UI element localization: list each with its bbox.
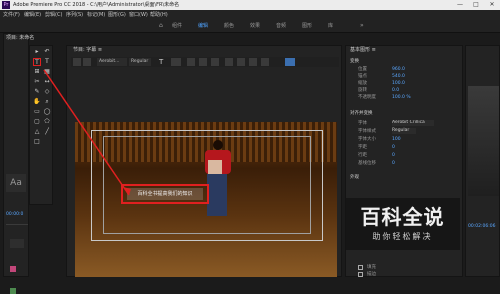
leading-value[interactable]: 0 (392, 152, 395, 159)
essential-graphics-tab[interactable]: 基本图形 ≡ (350, 46, 376, 54)
reference-preview (468, 86, 499, 196)
opacity-value[interactable]: 100.0 % (392, 94, 411, 101)
font-style-dropdown[interactable]: Regular (392, 128, 416, 134)
section-transform[interactable]: 变换 (350, 58, 359, 65)
fill-label: 填充 (367, 265, 376, 270)
position-value[interactable]: 960.0 (392, 66, 405, 73)
font-size-label: 字体大小 (358, 137, 376, 142)
fill-checkbox[interactable] (358, 265, 363, 270)
scale-value[interactable]: 100.0 (392, 80, 405, 87)
baseline-label: 基线位移 (358, 161, 376, 166)
stroke-checkbox[interactable] (358, 272, 363, 277)
font-dropdown[interactable]: Aerobit Crillica (392, 120, 434, 126)
clip-color-label (10, 288, 16, 294)
position-label: 位置 (358, 67, 367, 72)
rotation-value[interactable]: 0.0 (392, 87, 399, 94)
watermark-subtitle: 助你轻松解决 (372, 232, 433, 241)
anchor-value[interactable]: 540.0 (392, 73, 405, 80)
section-align[interactable]: 对齐并变换 (350, 110, 373, 117)
kerning-value[interactable]: 0 (392, 144, 395, 151)
kerning-label: 字距 (358, 145, 367, 150)
leading-label: 行距 (358, 153, 367, 158)
opacity-label: 不透明度 (358, 95, 376, 100)
reference-timecode: 00:02:06:06 (468, 224, 496, 229)
reference-monitor-panel: 00:02:06:06 (465, 45, 500, 277)
anchor-label: 锚点 (358, 74, 367, 79)
watermark-title: 百科全说 (360, 205, 445, 229)
baseline-value[interactable]: 0 (392, 160, 395, 167)
rotation-label: 旋转 (358, 88, 367, 93)
watermark: 百科全说 助你轻松解决 (345, 198, 460, 250)
scale-label: 缩放 (358, 81, 367, 86)
font-label: 字体 (358, 121, 367, 126)
font-size-value[interactable]: 100 (392, 136, 401, 143)
font-style-label: 字体样式 (358, 129, 376, 134)
section-appearance[interactable]: 外观 (350, 174, 359, 181)
